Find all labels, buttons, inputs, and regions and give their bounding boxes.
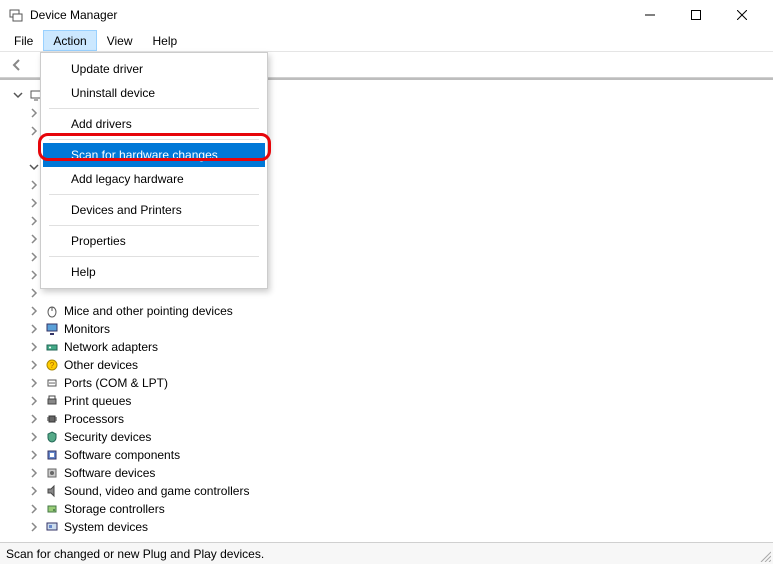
- back-button[interactable]: [6, 54, 28, 76]
- menu-separator: [49, 108, 259, 109]
- chevron-right-icon[interactable]: [28, 521, 40, 533]
- cpu-icon: [44, 411, 60, 427]
- chevron-right-icon[interactable]: [28, 467, 40, 479]
- svg-text:?: ?: [50, 361, 55, 370]
- menu-file[interactable]: File: [4, 30, 43, 51]
- tree-node-label: Storage controllers: [64, 502, 165, 516]
- other-icon: ?: [44, 357, 60, 373]
- tree-node-label: Network adapters: [64, 340, 158, 354]
- menu-view[interactable]: View: [97, 30, 143, 51]
- resize-grip-icon[interactable]: [759, 550, 771, 562]
- menu-help[interactable]: Help: [143, 30, 188, 51]
- chevron-down-icon[interactable]: [12, 89, 24, 101]
- tree-node[interactable]: Sound, video and game controllers: [8, 482, 769, 500]
- chevron-right-icon[interactable]: [28, 107, 40, 119]
- menu-item-devices-and-printers[interactable]: Devices and Printers: [43, 198, 265, 222]
- software-icon: [44, 465, 60, 481]
- tree-node[interactable]: Print queues: [8, 392, 769, 410]
- menu-item-properties[interactable]: Properties: [43, 229, 265, 253]
- menu-separator: [49, 139, 259, 140]
- tree-node-label: Software devices: [64, 466, 155, 480]
- menu-item-uninstall-device[interactable]: Uninstall device: [43, 81, 265, 105]
- minimize-button[interactable]: [627, 0, 673, 30]
- tree-node[interactable]: Processors: [8, 410, 769, 428]
- menu-separator: [49, 194, 259, 195]
- chevron-down-icon[interactable]: [28, 161, 40, 173]
- chevron-right-icon[interactable]: [28, 377, 40, 389]
- printer-icon: [44, 393, 60, 409]
- close-button[interactable]: [719, 0, 765, 30]
- system-icon: [44, 519, 60, 535]
- chevron-right-icon[interactable]: [28, 503, 40, 515]
- menu-action[interactable]: Action: [43, 30, 96, 51]
- window-controls: [627, 0, 765, 30]
- tree-node-label: Ports (COM & LPT): [64, 376, 168, 390]
- menu-item-update-driver[interactable]: Update driver: [43, 57, 265, 81]
- chevron-right-icon[interactable]: [28, 341, 40, 353]
- menu-separator: [49, 225, 259, 226]
- sound-icon: [44, 483, 60, 499]
- tree-node[interactable]: Universal Serial Bus controllers: [8, 536, 769, 538]
- chevron-right-icon[interactable]: [28, 431, 40, 443]
- tree-node[interactable]: ? Other devices: [8, 356, 769, 374]
- storage-icon: [44, 501, 60, 517]
- tree-node[interactable]: Storage controllers: [8, 500, 769, 518]
- tree-node-label: Security devices: [64, 430, 151, 444]
- chevron-right-icon[interactable]: [28, 305, 40, 317]
- chevron-right-icon[interactable]: [28, 359, 40, 371]
- menu-item-help[interactable]: Help: [43, 260, 265, 284]
- tree-node[interactable]: Network adapters: [8, 338, 769, 356]
- mouse-icon: [44, 303, 60, 319]
- tree-node-label: Software components: [64, 448, 180, 462]
- chevron-right-icon[interactable]: [28, 251, 40, 263]
- statusbar: Scan for changed or new Plug and Play de…: [0, 542, 773, 564]
- maximize-button[interactable]: [673, 0, 719, 30]
- chevron-right-icon[interactable]: [28, 179, 40, 191]
- chevron-right-icon[interactable]: [28, 287, 40, 299]
- usb-icon: [44, 537, 60, 538]
- menu-separator: [49, 256, 259, 257]
- chevron-right-icon[interactable]: [28, 395, 40, 407]
- chevron-right-icon[interactable]: [28, 215, 40, 227]
- tree-node[interactable]: Software devices: [8, 464, 769, 482]
- status-text: Scan for changed or new Plug and Play de…: [6, 547, 264, 561]
- tree-node[interactable]: Ports (COM & LPT): [8, 374, 769, 392]
- tree-node[interactable]: Monitors: [8, 320, 769, 338]
- menubar: File Action View Help: [0, 30, 773, 52]
- chevron-right-icon[interactable]: [28, 323, 40, 335]
- tree-node[interactable]: Software components: [8, 446, 769, 464]
- chevron-right-icon[interactable]: [28, 125, 40, 137]
- tree-node-label: Mice and other pointing devices: [64, 304, 233, 318]
- tree-node[interactable]: Mice and other pointing devices: [8, 302, 769, 320]
- monitor-icon: [44, 321, 60, 337]
- window-title: Device Manager: [30, 8, 627, 22]
- tree-node-label: Processors: [64, 412, 124, 426]
- titlebar: Device Manager: [0, 0, 773, 30]
- tree-node-label: Sound, video and game controllers: [64, 484, 249, 498]
- chevron-right-icon[interactable]: [28, 269, 40, 281]
- chevron-right-icon[interactable]: [28, 413, 40, 425]
- tree-node[interactable]: System devices: [8, 518, 769, 536]
- chevron-right-icon[interactable]: [28, 449, 40, 461]
- tree-node-label: Print queues: [64, 394, 131, 408]
- action-menu-dropdown: Update driverUninstall device Add drivers…: [40, 52, 268, 289]
- security-icon: [44, 429, 60, 445]
- menu-item-add-drivers[interactable]: Add drivers: [43, 112, 265, 136]
- menu-item-add-legacy-hardware[interactable]: Add legacy hardware: [43, 167, 265, 191]
- component-icon: [44, 447, 60, 463]
- tree-node[interactable]: Security devices: [8, 428, 769, 446]
- device-manager-icon: [8, 7, 24, 23]
- network-icon: [44, 339, 60, 355]
- menu-item-scan-for-hardware-changes[interactable]: Scan for hardware changes: [43, 143, 265, 167]
- chevron-right-icon[interactable]: [28, 485, 40, 497]
- tree-node-label: System devices: [64, 520, 148, 534]
- chevron-right-icon[interactable]: [28, 197, 40, 209]
- chevron-right-icon[interactable]: [28, 233, 40, 245]
- tree-node-label: Monitors: [64, 322, 110, 336]
- tree-node-label: Other devices: [64, 358, 138, 372]
- port-icon: [44, 375, 60, 391]
